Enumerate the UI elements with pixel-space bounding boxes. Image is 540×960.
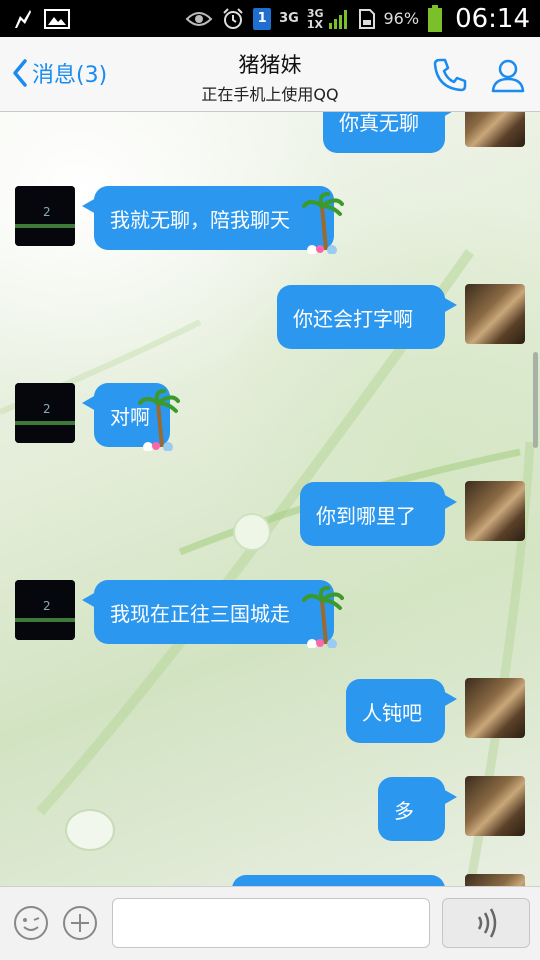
message-text: 你到哪里了 (316, 503, 416, 528)
signal-icon: 3G 1X (307, 8, 350, 30)
night-sky-avatar-icon: 2 (15, 186, 75, 246)
alarm-icon (223, 7, 243, 29)
chat-area[interactable]: 你真无聊 2 我就无聊，陪我聊天 你还会打字啊 2 对啊 你到哪里了 2 我现在… (0, 112, 540, 886)
my-avatar[interactable] (465, 776, 525, 836)
clock: 06:14 (455, 3, 530, 34)
phone-icon (433, 58, 467, 92)
my-avatar[interactable] (465, 678, 525, 738)
call-button[interactable] (430, 55, 470, 95)
message-text: 你真无聊 (339, 112, 419, 135)
lightning-icon (15, 9, 31, 28)
message-bubble-incoming[interactable]: 我就无聊，陪我聊天 (82, 186, 344, 254)
palm-tree-icon (138, 389, 180, 451)
svg-text:2: 2 (43, 599, 51, 613)
contact-avatar[interactable]: 2 (15, 186, 75, 246)
chat-scrollbar[interactable] (533, 352, 538, 448)
message-bubble-outgoing[interactable]: 多 (378, 777, 457, 841)
profile-button[interactable] (488, 55, 528, 95)
input-bar (0, 886, 540, 960)
palm-tree-icon (302, 192, 344, 254)
palm-tree-icon (302, 586, 344, 648)
message-text: 我现在正往三国城走 (110, 601, 290, 626)
message-input[interactable] (112, 898, 430, 948)
my-avatar[interactable] (465, 874, 525, 886)
message-text: 我就无聊，陪我聊天 (110, 207, 290, 232)
emoji-button[interactable] (13, 905, 49, 941)
battery-icon (428, 4, 443, 32)
eye-icon (185, 11, 213, 26)
contact-avatar[interactable]: 2 (15, 383, 75, 443)
message-bubble-outgoing[interactable]: 人钝吧 (346, 679, 457, 743)
svg-text:2: 2 (43, 402, 51, 416)
message-bubble-incoming[interactable]: 我现在正往三国城走 (82, 580, 344, 648)
image-icon (44, 8, 70, 29)
network-3g2-label: 3G (306, 6, 324, 20)
user-icon (491, 59, 525, 93)
battery-percent: 96% (383, 9, 420, 28)
message-text: 你还会打字啊 (293, 306, 413, 331)
voice-icon (477, 908, 497, 938)
voice-button[interactable] (442, 898, 530, 948)
message-bubble-outgoing-partial[interactable] (232, 875, 445, 886)
my-avatar[interactable] (465, 112, 525, 147)
plus-button[interactable] (62, 905, 98, 941)
my-avatar[interactable] (465, 481, 525, 541)
status-bar: 1 3G 3G 1X 96% 06:14 (0, 0, 540, 37)
night-sky-avatar-icon: 2 (15, 383, 75, 443)
svg-text:2: 2 (43, 205, 51, 219)
my-avatar[interactable] (465, 284, 525, 344)
message-bubble-outgoing[interactable]: 你还会打字啊 (277, 285, 457, 349)
message-bubble-incoming[interactable]: 对啊 (82, 383, 180, 451)
contact-avatar[interactable]: 2 (15, 580, 75, 640)
emoji-icon (14, 906, 48, 940)
plus-icon (63, 906, 97, 940)
night-sky-avatar-icon: 2 (15, 580, 75, 640)
network-1x-label: 1X (306, 17, 323, 31)
message-bubble-outgoing[interactable]: 你真无聊 (323, 112, 457, 153)
message-text: 多 (394, 798, 414, 823)
message-text: 人钝吧 (362, 700, 422, 725)
message-bubble-outgoing[interactable]: 你到哪里了 (300, 482, 457, 546)
sim-icon: 1 (253, 7, 272, 30)
network-3g-label: 3G (279, 11, 299, 26)
chat-header: 消息(3) 猪猪妹 正在手机上使用QQ (0, 37, 540, 112)
sd-card-icon (358, 8, 375, 29)
